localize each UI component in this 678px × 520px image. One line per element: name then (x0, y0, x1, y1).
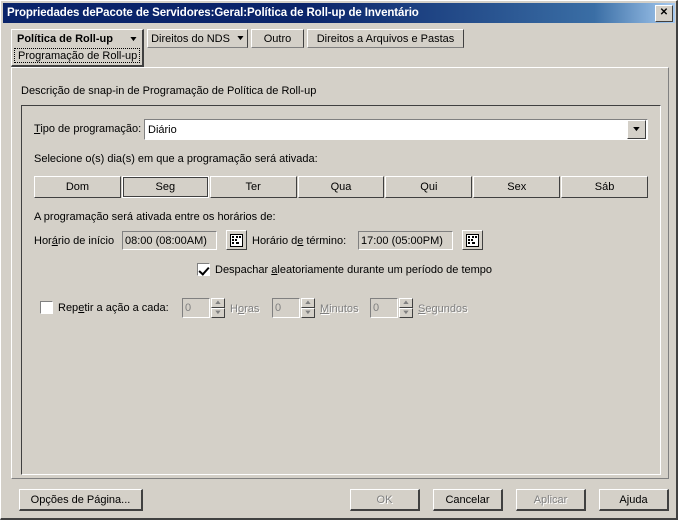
chevron-down-icon[interactable]: ▼ (235, 35, 245, 42)
repeat-action-label: Repetir a ação a cada: (58, 301, 169, 314)
tab-strip: Política de Roll-up ▼ Programação de Rol… (11, 29, 671, 69)
chevron-down-icon[interactable]: ▼ (128, 36, 138, 43)
apply-button[interactable]: Aplicar (516, 489, 586, 511)
random-dispatch-checkbox[interactable] (197, 263, 210, 276)
schedule-type-label: Tipo de programação: (34, 123, 142, 135)
day-button-ter[interactable]: Ter (209, 176, 297, 198)
repeat-minutes-spin-buttons[interactable]: ▲ ▼ (301, 298, 315, 318)
help-button[interactable]: Ajuda (599, 489, 669, 511)
repeat-hours-value[interactable]: 0 (182, 298, 210, 318)
clock-calendar-icon (466, 233, 479, 247)
chevron-down-icon[interactable]: ▼ (627, 120, 646, 139)
end-time-label: Horário de término: (252, 235, 347, 247)
time-range-label: A programação será ativada entre os horá… (34, 211, 276, 223)
repeat-minutes-value[interactable]: 0 (272, 298, 300, 318)
page-options-button[interactable]: Opções de Página... (19, 489, 143, 511)
start-time-field[interactable]: 08:00 (08:00AM) (122, 231, 217, 250)
schedule-panel: Tipo de programação: Diário ▼ Selecione … (21, 105, 661, 475)
repeat-hours-spinner[interactable]: 0 ▲ ▼ (182, 298, 225, 318)
tab-subitem-programacao-de-roll-up[interactable]: Programação de Roll-up (14, 48, 140, 63)
random-dispatch-row[interactable]: Despachar aleatoriamente durante um perí… (197, 263, 492, 276)
spin-up-icon[interactable]: ▲ (301, 298, 315, 308)
schedule-type-value: Diário (148, 123, 177, 136)
window-title: Propriedades dePacote de Servidores:Gera… (7, 7, 419, 19)
day-button-qui[interactable]: Qui (385, 176, 473, 198)
snapin-description: Descrição de snap-in de Programação de P… (21, 85, 317, 97)
tab-outro-label: Outro (263, 32, 292, 45)
end-time-picker-button[interactable] (462, 230, 483, 250)
spin-down-icon[interactable]: ▼ (399, 308, 413, 318)
day-button-sex[interactable]: Sex (473, 176, 561, 198)
repeat-seconds-unit-label: Segundos (418, 303, 468, 315)
schedule-type-label-rest: ipo de programação: (40, 123, 142, 135)
schedule-type-combobox[interactable]: Diário ▼ (144, 119, 648, 140)
repeat-hours-spin-buttons[interactable]: ▲ ▼ (211, 298, 225, 318)
spin-down-icon[interactable]: ▼ (301, 308, 315, 318)
select-days-label: Selecione o(s) dia(s) em que a programaç… (34, 153, 318, 165)
spin-down-icon[interactable]: ▼ (211, 308, 225, 318)
day-buttons-group: Dom Seg Ter Qua Qui Sex Sáb (34, 176, 649, 198)
repeat-minutes-unit-label: Minutos (320, 303, 359, 315)
repeat-minutes-spinner[interactable]: 0 ▲ ▼ (272, 298, 315, 318)
tab-politica-de-roll-up[interactable]: Política de Roll-up ▼ Programação de Rol… (11, 29, 144, 67)
tab-direitos-a-arquivos-label: Direitos a Arquivos e Pastas (316, 32, 455, 45)
tab-direitos-a-arquivos-e-pastas[interactable]: Direitos a Arquivos e Pastas (307, 29, 464, 48)
day-button-dom[interactable]: Dom (34, 176, 121, 198)
tab-direitos-do-nds[interactable]: Direitos do NDS ▼ (147, 29, 248, 48)
tab-direitos-do-nds-label: Direitos do NDS (151, 32, 230, 45)
repeat-seconds-spin-buttons[interactable]: ▲ ▼ (399, 298, 413, 318)
start-time-label: Horário de início (34, 235, 115, 247)
properties-dialog-window: Propriedades dePacote de Servidores:Gera… (0, 0, 678, 520)
repeat-action-checkbox[interactable] (40, 301, 53, 314)
close-icon[interactable]: ✕ (655, 4, 673, 22)
spin-up-icon[interactable]: ▲ (211, 298, 225, 308)
day-button-sab[interactable]: Sáb (561, 176, 649, 198)
tab-politica-header[interactable]: Política de Roll-up ▼ (12, 30, 142, 48)
repeat-action-row[interactable]: Repetir a ação a cada: (40, 301, 169, 314)
tab-outro[interactable]: Outro (251, 29, 304, 48)
repeat-seconds-value[interactable]: 0 (370, 298, 398, 318)
ok-button[interactable]: OK (350, 489, 420, 511)
tab-politica-label: Política de Roll-up (17, 33, 113, 45)
random-dispatch-label: Despachar aleatoriamente durante um perí… (215, 263, 493, 276)
cancel-button[interactable]: Cancelar (433, 489, 503, 511)
repeat-hours-unit-label: Horas (230, 303, 260, 315)
start-time-picker-button[interactable] (226, 230, 247, 250)
end-time-field[interactable]: 17:00 (05:00PM) (358, 231, 453, 250)
clock-calendar-icon (230, 233, 243, 247)
day-button-qua[interactable]: Qua (297, 176, 385, 198)
day-button-seg[interactable]: Seg (121, 176, 209, 198)
repeat-seconds-spinner[interactable]: 0 ▲ ▼ (370, 298, 413, 318)
title-bar: Propriedades dePacote de Servidores:Gera… (3, 3, 675, 23)
spin-up-icon[interactable]: ▲ (399, 298, 413, 308)
